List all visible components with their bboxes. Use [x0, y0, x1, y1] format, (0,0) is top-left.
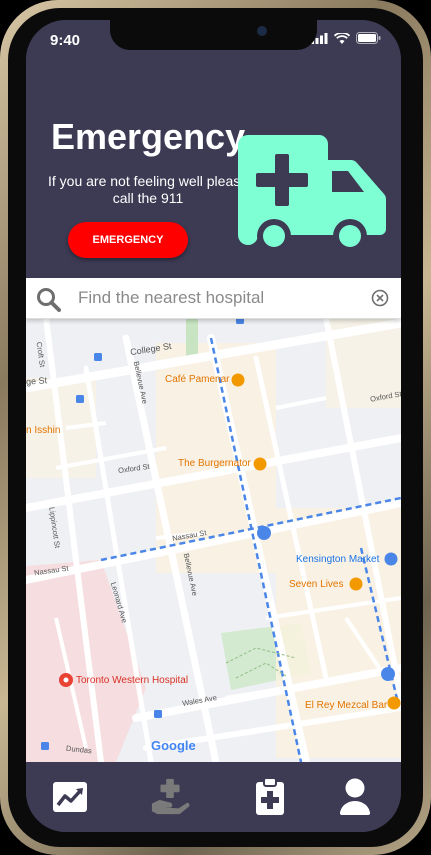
google-attribution: Google — [151, 738, 196, 753]
nav-records[interactable] — [250, 777, 290, 817]
nav-profile[interactable] — [335, 777, 375, 817]
nav-stats[interactable] — [50, 777, 90, 817]
wifi-icon — [334, 32, 350, 44]
search-input[interactable]: Find the nearest hospital — [78, 288, 264, 308]
screen: 9:40 Emergency If you are not feeling we… — [26, 20, 401, 832]
poi-seven-lives[interactable]: Seven Lives — [289, 579, 343, 590]
bottom-nav — [26, 762, 401, 832]
status-time: 9:40 — [50, 32, 81, 49]
status-icons — [311, 32, 381, 44]
street-ge: ge St — [26, 375, 48, 387]
poi-cafe-pamenar[interactable]: Café Pamenar — [165, 374, 229, 385]
emergency-subtitle: If you are not feeling well please call … — [48, 173, 249, 206]
poi-burgernator[interactable]: The Burgernator — [178, 458, 251, 469]
camera — [257, 26, 267, 36]
hand-medical-icon — [151, 778, 190, 815]
emergency-button[interactable]: EMERGENCY — [68, 222, 188, 258]
poi-el-rey-mezcal-bar[interactable]: El Rey Mezcal Bar — [305, 700, 387, 711]
header: 9:40 Emergency If you are not feeling we… — [26, 20, 401, 278]
poi-isshin[interactable]: n Isshin — [26, 425, 60, 436]
ambulance-icon — [238, 135, 386, 253]
nav-donate[interactable] — [150, 777, 190, 817]
map-view[interactable]: Café Pamenar The Burgernator Kensington … — [26, 318, 401, 762]
poi-kensington-market[interactable]: Kensington Market — [296, 554, 379, 565]
clipboard-medical-icon — [256, 778, 284, 815]
search-icon[interactable] — [36, 287, 62, 313]
notch — [110, 20, 317, 50]
page-title: Emergency — [51, 116, 246, 157]
poi-toronto-western-hospital[interactable]: Toronto Western Hospital — [76, 675, 188, 686]
user-icon — [340, 778, 370, 815]
clear-icon[interactable] — [371, 289, 389, 307]
battery-icon — [356, 32, 381, 44]
chart-line-icon — [53, 782, 87, 812]
search-bar[interactable]: Find the nearest hospital — [26, 278, 401, 319]
google-logo-text: Google — [151, 738, 196, 753]
